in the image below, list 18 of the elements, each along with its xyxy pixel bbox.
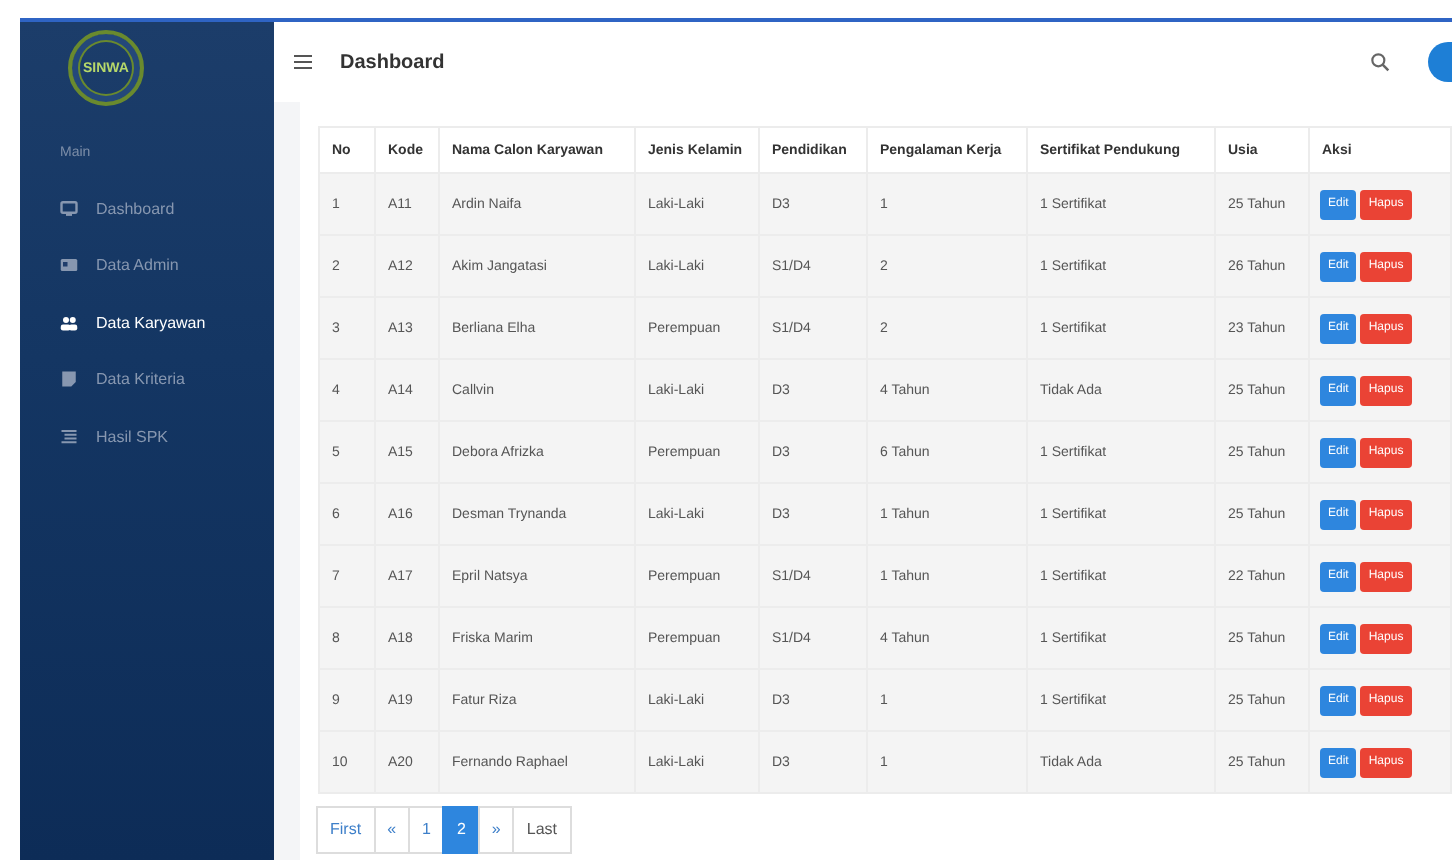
list-icon [60, 427, 78, 446]
id-card-icon [60, 256, 78, 275]
monitor-icon [60, 199, 78, 218]
page-link[interactable]: Last [512, 806, 571, 854]
avatar[interactable] [1428, 42, 1452, 82]
menu-icon[interactable] [294, 54, 312, 70]
sidebar-item[interactable]: Data Kriteria [20, 351, 274, 408]
sidebar-item[interactable]: Data Admin [20, 237, 274, 294]
sidebar-item[interactable]: Data Karyawan [20, 294, 274, 351]
search-icon[interactable] [1370, 52, 1390, 72]
users-icon [60, 313, 78, 332]
page-link[interactable]: 1 [408, 806, 445, 854]
page-link[interactable]: First [316, 806, 376, 854]
sidebar-item[interactable]: Dashboard [20, 180, 274, 237]
page-link[interactable]: 2 [442, 806, 480, 854]
sidebar-item[interactable]: Hasil SPK [20, 408, 274, 465]
page-title: Dashboard [340, 51, 445, 73]
note-icon [60, 370, 78, 389]
